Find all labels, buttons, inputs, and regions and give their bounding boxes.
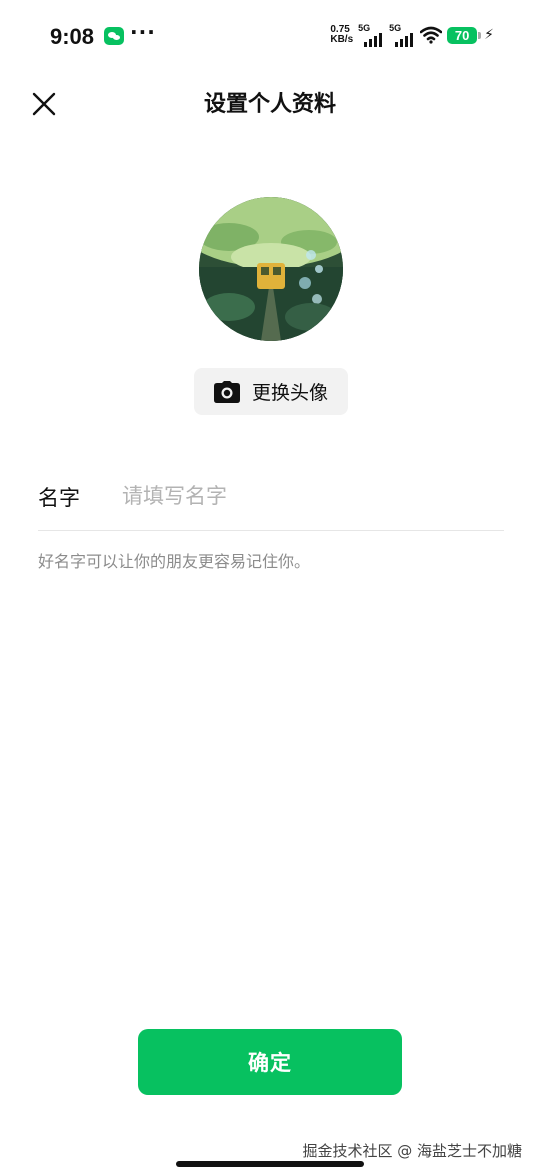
change-avatar-label: 更换头像 xyxy=(251,382,328,404)
sim2-tag: 5G xyxy=(389,23,402,33)
name-label: 名字 xyxy=(38,486,80,510)
network-speed: 0.75 KB/s xyxy=(330,25,353,45)
status-time: 9:08 xyxy=(50,24,95,49)
watermark: 掘金技术社区 @ 海盐芝士不加糖 xyxy=(302,1142,522,1160)
camera-icon xyxy=(213,380,240,403)
sim1-tag: 5G xyxy=(358,23,371,33)
wechat-icon xyxy=(104,27,124,45)
avatar[interactable] xyxy=(199,197,343,341)
confirm-button[interactable]: 确定 xyxy=(138,1029,402,1095)
page-title: 设置个人资料 xyxy=(203,92,336,117)
network-speed-unit: KB/s xyxy=(330,34,354,45)
avatar-image xyxy=(199,197,343,341)
name-hint: 好名字可以让你的朋友更容易记住你。 xyxy=(38,552,311,571)
name-input[interactable] xyxy=(122,476,502,516)
more-notifications: ··· xyxy=(130,20,156,44)
status-icons: 0.75 KB/s 5G 5G 70 ⚡ xyxy=(330,22,494,48)
charging-icon: ⚡ xyxy=(484,27,494,43)
battery-icon: 70 xyxy=(447,26,482,44)
name-field-row: 名字 xyxy=(38,476,504,531)
status-bar: 9:08 ··· 0.75 KB/s 5G 5G 70 ⚡ xyxy=(0,0,540,70)
wifi-icon xyxy=(420,26,443,44)
signal-icon: 5G xyxy=(358,23,384,47)
change-avatar-button[interactable]: 更换头像 xyxy=(194,368,348,415)
home-indicator[interactable] xyxy=(176,1161,364,1167)
signal-icon: 5G xyxy=(389,23,415,47)
